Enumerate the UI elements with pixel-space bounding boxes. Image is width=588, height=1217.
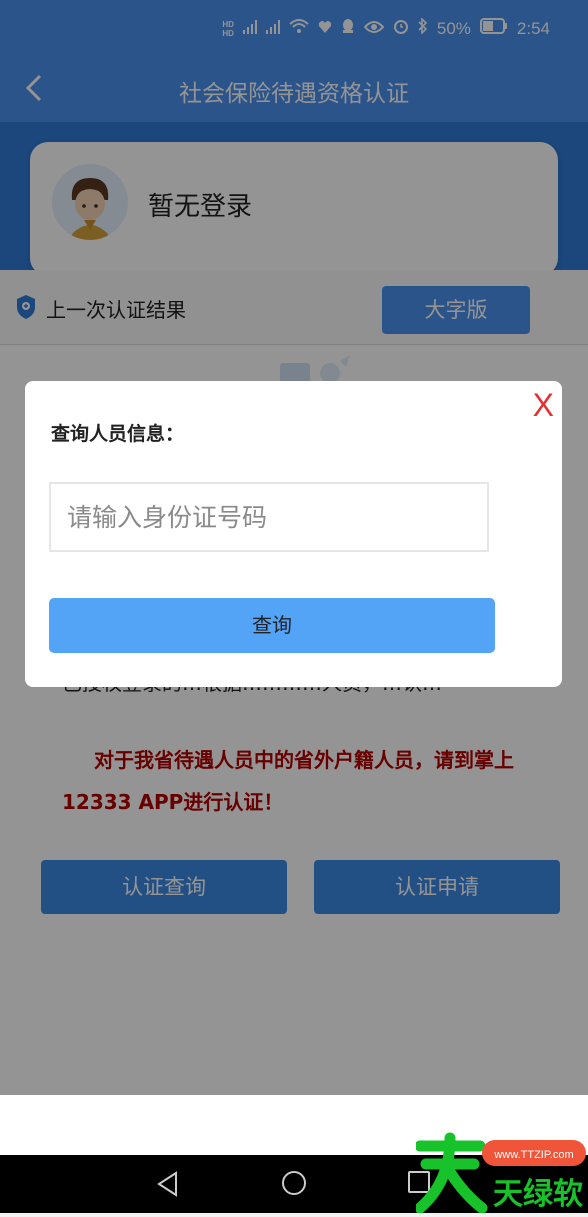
watermark-brand: 天绿软 [493, 1177, 583, 1212]
query-person-dialog: X 查询人员信息： 查询 [25, 381, 562, 687]
close-button[interactable]: X [533, 385, 554, 425]
nav-back-icon[interactable] [156, 1171, 180, 1197]
nav-home-icon[interactable] [282, 1171, 306, 1195]
watermark: www.TTZIP.com 天绿软 [414, 1132, 588, 1214]
watermark-site: www.TTZIP.com [493, 1149, 573, 1161]
dialog-title: 查询人员信息： [51, 423, 185, 445]
query-button[interactable]: 查询 [49, 598, 495, 653]
watermark-logo-icon: www.TTZIP.com 天绿软 [414, 1132, 586, 1214]
id-number-input[interactable] [49, 482, 489, 552]
